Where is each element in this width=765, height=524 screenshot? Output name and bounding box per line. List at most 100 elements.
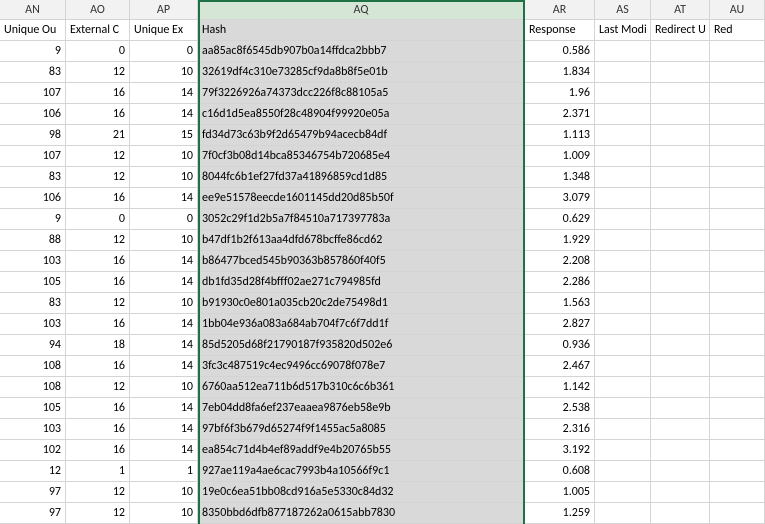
cell-an[interactable]: 103 [0, 314, 66, 335]
cell-an[interactable]: 97 [0, 503, 66, 524]
cell-aq[interactable]: 79f3226926a74373dcc226f8c88105a5 [198, 83, 525, 104]
column-header-aq[interactable]: AQ [198, 0, 525, 20]
cell-au[interactable] [710, 41, 765, 62]
cell-ar[interactable]: 0.936 [525, 335, 595, 356]
cell-au[interactable] [710, 272, 765, 293]
cell-au[interactable] [710, 62, 765, 83]
cell-ap[interactable]: 1 [130, 461, 198, 482]
cell-ar[interactable]: 2.371 [525, 104, 595, 125]
cell-au[interactable] [710, 125, 765, 146]
cell-ap[interactable]: 15 [130, 125, 198, 146]
cell-ar[interactable]: 1.96 [525, 83, 595, 104]
cell-as[interactable] [595, 146, 651, 167]
cell-au[interactable] [710, 419, 765, 440]
cell-ar[interactable]: 0.608 [525, 461, 595, 482]
cell-au[interactable] [710, 503, 765, 524]
cell-at[interactable] [651, 272, 710, 293]
cell-ar[interactable]: 1.259 [525, 503, 595, 524]
cell-ar[interactable]: 2.538 [525, 398, 595, 419]
field-header-aq[interactable]: Hash [198, 20, 525, 41]
cell-an[interactable]: 94 [0, 335, 66, 356]
column-header-an[interactable]: AN [0, 0, 66, 20]
cell-ap[interactable]: 14 [130, 356, 198, 377]
cell-as[interactable] [595, 188, 651, 209]
cell-ao[interactable]: 12 [66, 62, 130, 83]
cell-ap[interactable]: 10 [130, 146, 198, 167]
cell-ao[interactable]: 12 [66, 146, 130, 167]
cell-aq[interactable]: 6760aa512ea711b6d517b310c6c6b361 [198, 377, 525, 398]
cell-aq[interactable]: 1bb04e936a083a684ab704f7c6f7dd1f [198, 314, 525, 335]
cell-aq[interactable]: aa85ac8f6545db907b0a14ffdca2bbb7 [198, 41, 525, 62]
cell-ao[interactable]: 12 [66, 230, 130, 251]
cell-aq[interactable]: 85d5205d68f21790187f935820d502e6 [198, 335, 525, 356]
cell-at[interactable] [651, 398, 710, 419]
cell-ar[interactable]: 2.208 [525, 251, 595, 272]
cell-ap[interactable]: 10 [130, 62, 198, 83]
cell-au[interactable] [710, 440, 765, 461]
cell-au[interactable] [710, 104, 765, 125]
cell-at[interactable] [651, 125, 710, 146]
cell-ap[interactable]: 14 [130, 251, 198, 272]
cell-ao[interactable]: 12 [66, 482, 130, 503]
cell-aq[interactable]: b91930c0e801a035cb20c2de75498d1 [198, 293, 525, 314]
cell-au[interactable] [710, 209, 765, 230]
cell-an[interactable]: 9 [0, 41, 66, 62]
cell-an[interactable]: 108 [0, 356, 66, 377]
cell-ao[interactable]: 1 [66, 461, 130, 482]
cell-an[interactable]: 83 [0, 62, 66, 83]
cell-as[interactable] [595, 293, 651, 314]
cell-ap[interactable]: 10 [130, 503, 198, 524]
cell-ao[interactable]: 16 [66, 314, 130, 335]
cell-an[interactable]: 105 [0, 398, 66, 419]
cell-an[interactable]: 9 [0, 209, 66, 230]
cell-ap[interactable]: 14 [130, 335, 198, 356]
cell-as[interactable] [595, 62, 651, 83]
cell-aq[interactable]: 19e0c6ea51bb08cd916a5e5330c84d32 [198, 482, 525, 503]
cell-ar[interactable]: 0.629 [525, 209, 595, 230]
cell-aq[interactable]: fd34d73c63b9f2d65479b94acecb84df [198, 125, 525, 146]
cell-ar[interactable]: 1.929 [525, 230, 595, 251]
cell-at[interactable] [651, 188, 710, 209]
cell-ar[interactable]: 2.286 [525, 272, 595, 293]
cell-an[interactable]: 106 [0, 104, 66, 125]
cell-aq[interactable]: 7eb04dd8fa6ef237eaaea9876eb58e9b [198, 398, 525, 419]
cell-au[interactable] [710, 356, 765, 377]
cell-ap[interactable]: 10 [130, 377, 198, 398]
cell-as[interactable] [595, 314, 651, 335]
cell-au[interactable] [710, 335, 765, 356]
cell-aq[interactable]: 927ae119a4ae6cac7993b4a10566f9c1 [198, 461, 525, 482]
cell-ap[interactable]: 10 [130, 230, 198, 251]
cell-ap[interactable]: 14 [130, 272, 198, 293]
cell-as[interactable] [595, 251, 651, 272]
cell-at[interactable] [651, 83, 710, 104]
cell-at[interactable] [651, 230, 710, 251]
cell-ar[interactable]: 1.142 [525, 377, 595, 398]
column-header-as[interactable]: AS [595, 0, 651, 20]
cell-ap[interactable]: 10 [130, 167, 198, 188]
cell-ap[interactable]: 0 [130, 209, 198, 230]
cell-aq[interactable]: 8350bbd6dfb877187262a0615abb7830 [198, 503, 525, 524]
cell-an[interactable]: 88 [0, 230, 66, 251]
cell-ao[interactable]: 16 [66, 272, 130, 293]
cell-ao[interactable]: 16 [66, 104, 130, 125]
cell-aq[interactable]: 8044fc6b1ef27fd37a41896859cd1d85 [198, 167, 525, 188]
cell-as[interactable] [595, 125, 651, 146]
cell-ap[interactable]: 14 [130, 440, 198, 461]
cell-ap[interactable]: 10 [130, 482, 198, 503]
cell-aq[interactable]: ea854c71d4b4ef89addf9e4b20765b55 [198, 440, 525, 461]
cell-aq[interactable]: 3052c29f1d2b5a7f84510a717397783a [198, 209, 525, 230]
cell-ao[interactable]: 12 [66, 503, 130, 524]
cell-an[interactable]: 107 [0, 83, 66, 104]
cell-as[interactable] [595, 167, 651, 188]
cell-ao[interactable]: 0 [66, 209, 130, 230]
cell-aq[interactable]: 32619df4c310e73285cf9da8b8f5e01b [198, 62, 525, 83]
cell-ao[interactable]: 21 [66, 125, 130, 146]
cell-au[interactable] [710, 314, 765, 335]
cell-ar[interactable]: 2.316 [525, 419, 595, 440]
cell-ap[interactable]: 0 [130, 41, 198, 62]
column-header-at[interactable]: AT [651, 0, 710, 20]
cell-as[interactable] [595, 503, 651, 524]
cell-as[interactable] [595, 356, 651, 377]
cell-ap[interactable]: 14 [130, 83, 198, 104]
cell-ao[interactable]: 16 [66, 356, 130, 377]
